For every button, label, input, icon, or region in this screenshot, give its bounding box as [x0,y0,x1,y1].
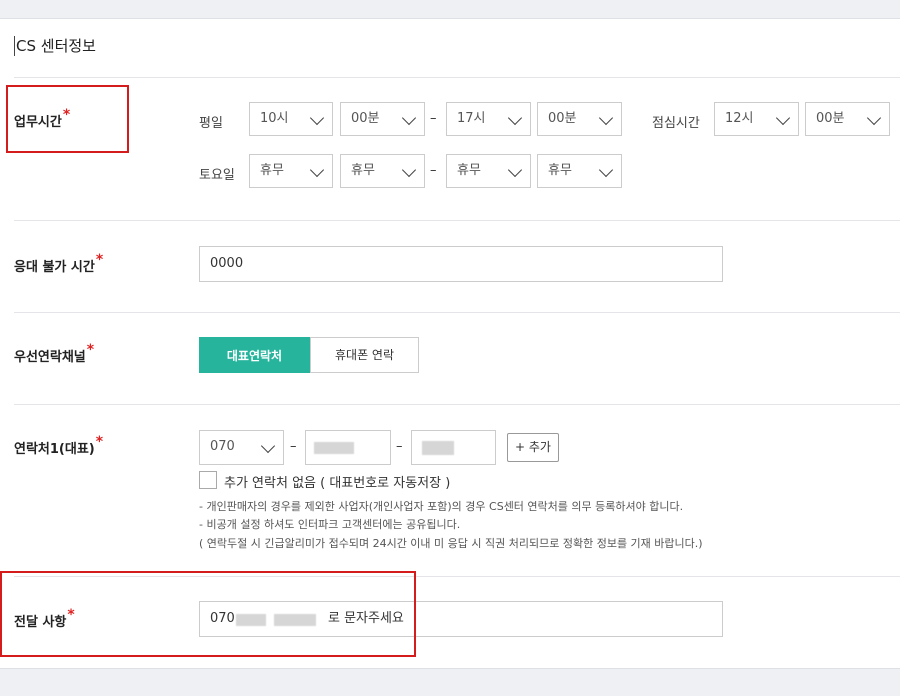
priority-channel-label: 우선연락채널* [14,342,95,365]
lunch-min-select[interactable]: 00분 [805,102,890,136]
chevron-down-icon [309,162,325,178]
chevron-down-icon [401,110,417,126]
chevron-down-icon [507,162,523,178]
saturday-end-min-select[interactable]: 휴무 [537,154,622,188]
weekday-end-min-select[interactable]: 00분 [537,102,622,136]
lunch-hour-select[interactable]: 12시 [714,102,799,136]
bottom-bar [0,668,900,696]
saturday-start-min-select[interactable]: 휴무 [340,154,425,188]
contact1-middle-input[interactable] [305,430,391,465]
unavailable-time-input[interactable]: 0000 [199,246,723,282]
chevron-down-icon [507,110,523,126]
contact1-prefix-select[interactable]: 070 [199,430,284,465]
section-title: CS 센터정보 [14,36,96,56]
weekday-label: 평일 [199,116,223,131]
saturday-end-hour-select[interactable]: 휴무 [446,154,531,188]
unavailable-time-label: 응대 불가 시간* [14,252,104,275]
required-mark: * [95,434,104,450]
saturday-start-hour-select[interactable]: 휴무 [249,154,333,188]
no-extra-contact-label: 추가 연락처 없음 ( 대표번호로 자동저장 ) [224,476,451,491]
divider [14,220,900,221]
contact-note: - 개인판매자의 경우를 제외한 사업자(개인사업자 포함)의 경우 CS센터 … [199,500,684,513]
chevron-down-icon [775,110,791,126]
top-bar [0,0,900,19]
chevron-down-icon [309,110,325,126]
highlight-box-business-hours [6,85,129,153]
chevron-down-icon [260,438,276,454]
weekday-end-hour-select[interactable]: 17시 [446,102,531,136]
contact-note: - 비공개 설정 하셔도 인터파크 고객센터에는 공유됩니다. [199,518,461,531]
chevron-down-icon [401,162,417,178]
highlight-box-delivery-note [0,571,416,657]
primary-contact-toggle[interactable]: 대표연락처 [199,337,310,373]
contact-note: ( 연락두절 시 긴급알리미가 접수되며 24시간 이내 미 응답 시 직권 처… [199,537,703,550]
lunch-label: 점심시간 [652,116,700,131]
mobile-contact-toggle[interactable]: 휴대폰 연락 [310,337,419,373]
required-mark: * [95,252,104,268]
redacted-text [422,441,454,455]
contact1-label: 연락처1(대표)* [14,434,104,457]
phone-dash: – [396,439,403,454]
phone-dash: – [290,439,297,454]
add-contact-button[interactable]: + 추가 [507,433,559,462]
chevron-down-icon [598,162,614,178]
no-extra-contact-checkbox[interactable] [199,471,217,489]
required-mark: * [86,342,95,358]
divider [14,312,900,313]
contact1-last-input[interactable] [411,430,496,465]
weekday-start-min-select[interactable]: 00분 [340,102,425,136]
weekday-start-hour-select[interactable]: 10시 [249,102,333,136]
divider [14,77,900,78]
divider [14,404,900,405]
chevron-down-icon [866,110,882,126]
redacted-text [314,442,354,454]
chevron-down-icon [598,110,614,126]
time-dash: – [430,111,437,126]
saturday-label: 토요일 [199,168,235,183]
time-dash: – [430,163,437,178]
